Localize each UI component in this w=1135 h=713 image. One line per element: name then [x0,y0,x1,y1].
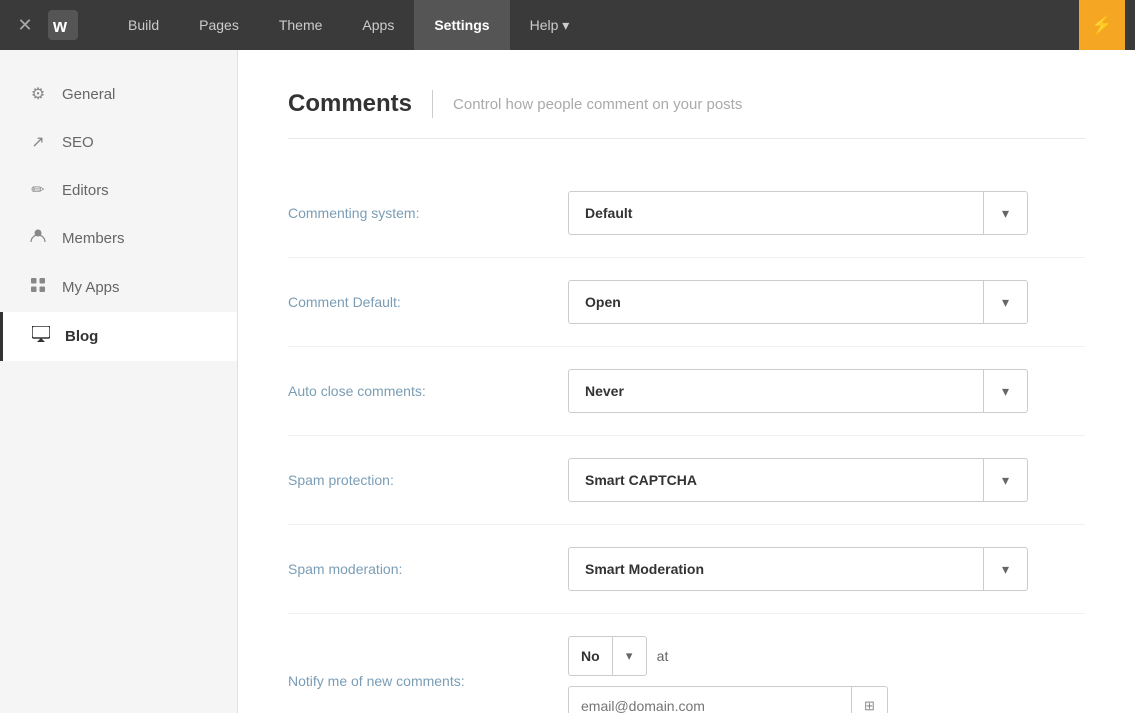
control-autoclose: Never ▾ [568,369,1085,413]
members-icon [28,228,48,249]
chevron-down-icon-6: ▾ [612,636,646,676]
chevron-down-icon-2: ▾ [983,280,1027,324]
email-field[interactable] [569,698,851,713]
sidebar-item-blog[interactable]: Blog [0,312,237,361]
notify-at-label: at [657,648,669,664]
form-row-autoclose: Auto close comments: Never ▾ [288,347,1085,436]
notify-dropdown-value: No [569,648,612,664]
label-autoclose: Auto close comments: [288,383,568,399]
dropdown-value-autoclose: Never [569,383,983,399]
nav-apps[interactable]: Apps [342,0,414,50]
dropdown-value-spam-protection: Smart CAPTCHA [569,472,983,488]
form-row-spam-protection: Spam protection: Smart CAPTCHA ▾ [288,436,1085,525]
notify-container: No ▾ at ⊞ [568,636,1085,713]
page-subtitle: Control how people comment on your posts [453,96,742,113]
dropdown-comment-default[interactable]: Open ▾ [568,280,1028,324]
sidebar-item-myapps[interactable]: My Apps [0,263,237,312]
nav-pages[interactable]: Pages [179,0,259,50]
sidebar-item-general[interactable]: ⚙ General [0,70,237,118]
label-spam-protection: Spam protection: [288,472,568,488]
email-input-container: ⊞ [568,686,888,713]
main-content: Comments Control how people comment on y… [238,50,1135,713]
dropdown-spam-protection[interactable]: Smart CAPTCHA ▾ [568,458,1028,502]
chevron-down-icon-3: ▾ [983,369,1027,413]
chevron-down-icon-5: ▾ [983,547,1027,591]
chevron-down-icon: ▾ [983,191,1027,235]
blog-icon [31,326,51,347]
form-row-spam-moderation: Spam moderation: Smart Moderation ▾ [288,525,1085,614]
page-header: Comments Control how people comment on y… [288,90,1085,139]
nav-settings[interactable]: Settings [414,0,509,50]
control-notify: No ▾ at ⊞ [568,636,1085,713]
nav-items: Build Pages Theme Apps Settings Help ▾ [108,0,1079,50]
sidebar-item-editors[interactable]: ✏ Editors [0,166,237,214]
form-row-notify: Notify me of new comments: No ▾ at ⊞ [288,614,1085,713]
dropdown-value-commenting-system: Default [569,205,983,221]
control-spam-moderation: Smart Moderation ▾ [568,547,1085,591]
control-spam-protection: Smart CAPTCHA ▾ [568,458,1085,502]
sidebar-item-members[interactable]: Members [0,214,237,263]
notify-top: No ▾ at [568,636,1085,676]
page-title: Comments [288,90,412,118]
nav-theme[interactable]: Theme [259,0,343,50]
header-divider [432,90,433,118]
dropdown-value-spam-moderation: Smart Moderation [569,561,983,577]
sidebar-label-editors: Editors [62,182,109,199]
top-navigation: ✕ w Build Pages Theme Apps Settings Help… [0,0,1135,50]
upgrade-button[interactable]: ⚡ [1079,0,1125,50]
label-notify: Notify me of new comments: [288,673,568,689]
email-icon: ⊞ [851,686,887,713]
label-commenting-system: Commenting system: [288,205,568,221]
sidebar-label-members: Members [62,230,125,247]
logo: w [48,10,78,40]
sidebar-item-seo[interactable]: ↗ SEO [0,118,237,166]
dropdown-commenting-system[interactable]: Default ▾ [568,191,1028,235]
sidebar-label-general: General [62,86,115,103]
dropdown-spam-moderation[interactable]: Smart Moderation ▾ [568,547,1028,591]
label-comment-default: Comment Default: [288,294,568,310]
apps-icon [28,277,48,298]
sidebar: ⚙ General ↗ SEO ✏ Editors Members My App… [0,50,238,713]
close-button[interactable]: ✕ [10,15,40,36]
control-comment-default: Open ▾ [568,280,1085,324]
dropdown-notify[interactable]: No ▾ [568,636,647,676]
chevron-down-icon-4: ▾ [983,458,1027,502]
sidebar-label-seo: SEO [62,134,94,151]
form-row-comment-default: Comment Default: Open ▾ [288,258,1085,347]
sidebar-label-blog: Blog [65,328,98,345]
nav-build[interactable]: Build [108,0,179,50]
nav-help[interactable]: Help ▾ [510,0,590,50]
seo-icon: ↗ [28,132,48,152]
svg-text:w: w [52,16,68,36]
gear-icon: ⚙ [28,84,48,104]
main-layout: ⚙ General ↗ SEO ✏ Editors Members My App… [0,50,1135,713]
label-spam-moderation: Spam moderation: [288,561,568,577]
sidebar-label-myapps: My Apps [62,279,120,296]
form-row-commenting-system: Commenting system: Default ▾ [288,169,1085,258]
edit-icon: ✏ [28,180,48,200]
dropdown-autoclose[interactable]: Never ▾ [568,369,1028,413]
control-commenting-system: Default ▾ [568,191,1085,235]
dropdown-value-comment-default: Open [569,294,983,310]
